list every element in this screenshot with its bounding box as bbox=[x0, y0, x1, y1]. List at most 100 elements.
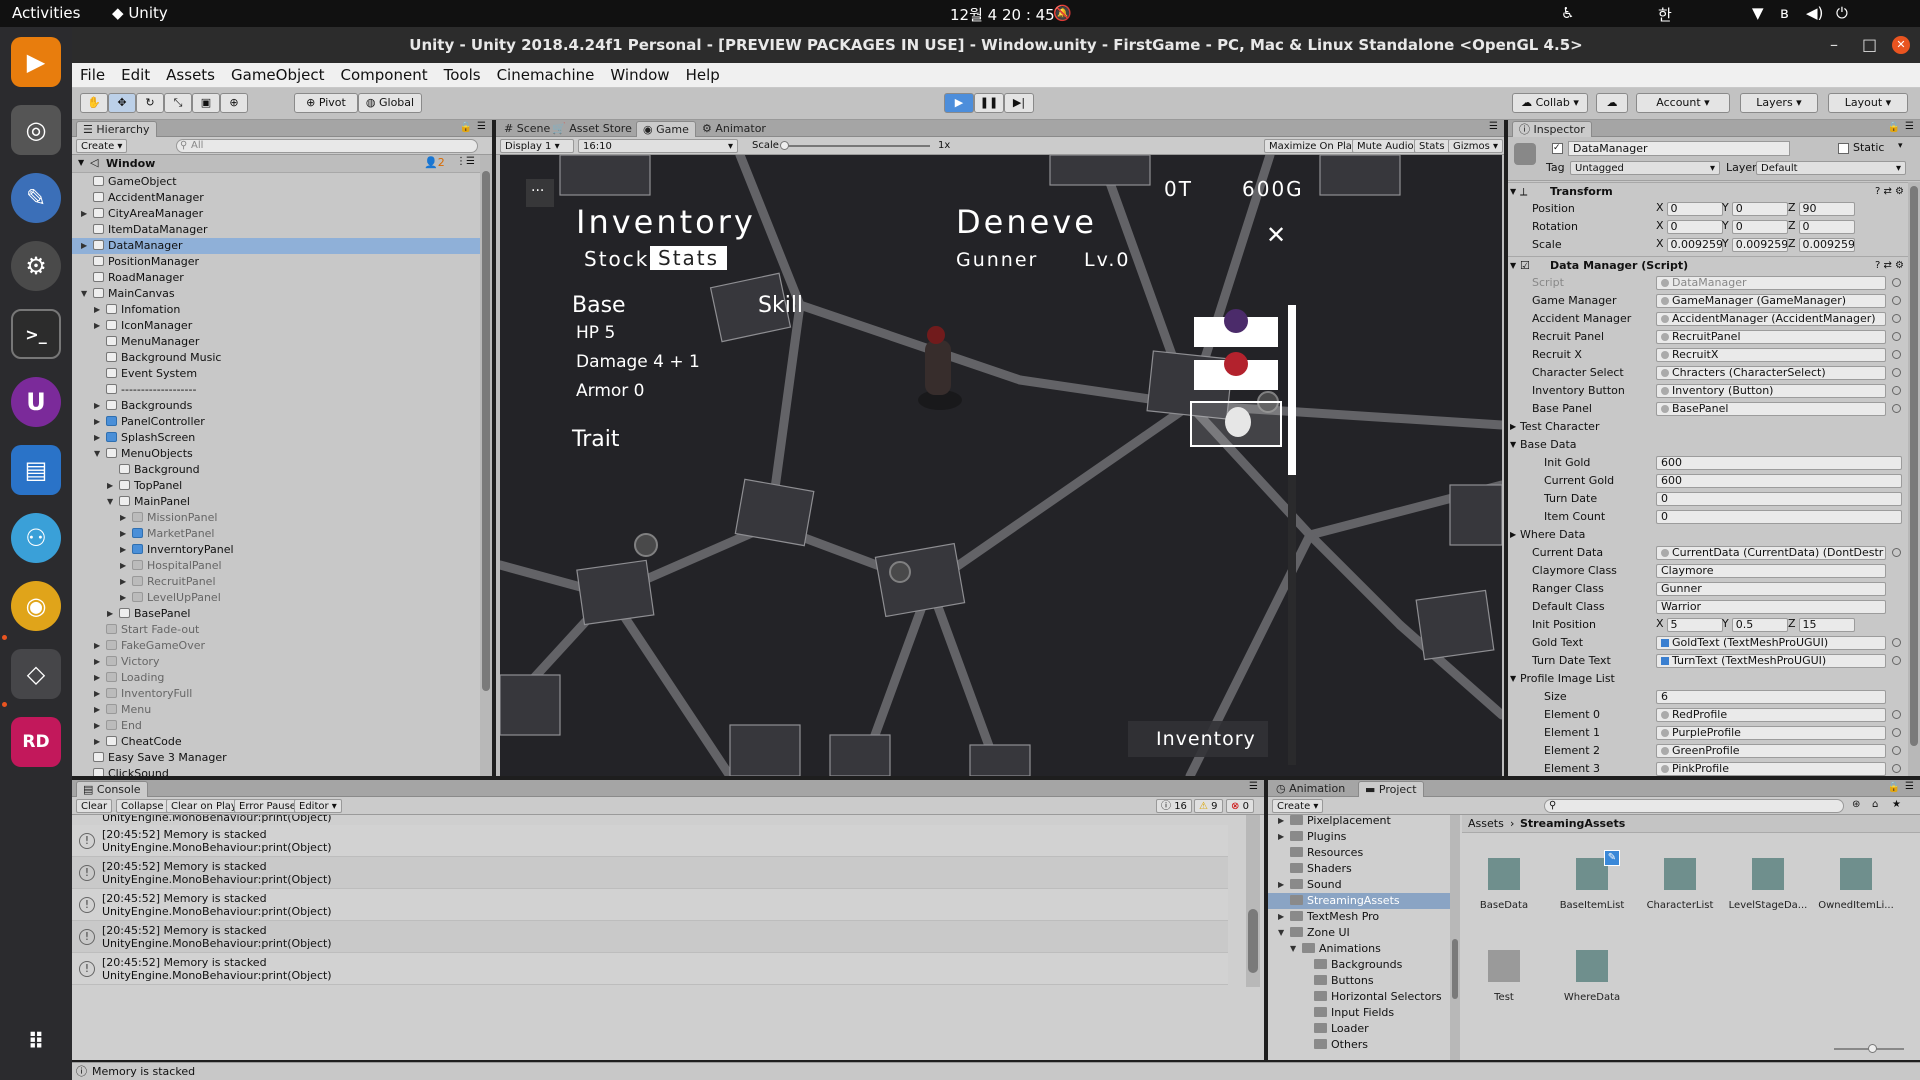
component-settings-icon[interactable]: ? ⇄ ⚙ bbox=[1875, 183, 1904, 201]
pause-button[interactable]: ❚❚ bbox=[974, 93, 1004, 113]
game-viewport[interactable]: ··· 0T 600G Inventory Stock Stats Deneve… bbox=[500, 155, 1502, 776]
test-character-foldout[interactable]: ▶ Test Character bbox=[1508, 418, 1908, 436]
asset-item[interactable]: OwnedItemLi... bbox=[1816, 858, 1896, 911]
tab-animator[interactable]: ⚙ Animator bbox=[696, 121, 772, 137]
hierarchy-item[interactable]: ▶ InventoryFull bbox=[94, 686, 192, 702]
vector-x-field[interactable]: 0 bbox=[1666, 202, 1723, 216]
aspect-dropdown[interactable]: 16:10 ▾ bbox=[578, 139, 738, 153]
tab-project[interactable]: ▬ Project bbox=[1358, 781, 1424, 797]
scene-menu-icon[interactable]: ⋮☰ bbox=[456, 156, 475, 167]
script-component-header[interactable]: ▼ ☑ Data Manager (Script) ? ⇄ ⚙ bbox=[1508, 256, 1908, 274]
tab-stats[interactable]: Stats bbox=[650, 246, 728, 270]
cloud-services-icon[interactable]: ☁ bbox=[1596, 93, 1628, 113]
expand-right-icon[interactable]: ▶ bbox=[120, 526, 126, 542]
expand-right-icon[interactable]: ▶ bbox=[81, 238, 87, 254]
object-picker-icon[interactable] bbox=[1892, 548, 1901, 557]
icon-size-slider[interactable] bbox=[1834, 1044, 1904, 1053]
files-icon[interactable]: ▤ bbox=[11, 445, 61, 495]
vector-x-field[interactable]: 0.0092590 bbox=[1666, 238, 1723, 252]
hierarchy-item[interactable]: Easy Save 3 Manager bbox=[93, 750, 227, 766]
asset-item[interactable]: BaseItemList ✎ bbox=[1552, 850, 1632, 911]
expand-right-icon[interactable]: ▶ bbox=[81, 206, 87, 222]
expand-right-icon[interactable]: ▶ bbox=[94, 734, 100, 750]
lock-icon[interactable]: 🔒 bbox=[460, 122, 472, 133]
console-scrollbar[interactable] bbox=[1246, 815, 1260, 987]
object-picker-icon[interactable] bbox=[1892, 314, 1901, 323]
tab-animation[interactable]: ◷ Animation bbox=[1270, 781, 1351, 797]
panel-menu-icon[interactable]: ☰ bbox=[1489, 121, 1498, 132]
tab-console[interactable]: ▤ Console bbox=[76, 781, 148, 797]
foldout-open-icon[interactable]: ▼ bbox=[1510, 436, 1516, 454]
tab-stock[interactable]: Stock bbox=[584, 247, 649, 271]
foldout-open-icon[interactable]: ▼ bbox=[1510, 670, 1516, 688]
vector-y-field[interactable]: 0 bbox=[1731, 202, 1788, 216]
field-value[interactable]: PurpleProfile bbox=[1656, 726, 1886, 740]
object-picker-icon[interactable] bbox=[1892, 278, 1901, 287]
portrait-scrollbar[interactable] bbox=[1288, 305, 1296, 765]
rect-tool-icon[interactable]: ▣ bbox=[192, 93, 220, 113]
object-picker-icon[interactable] bbox=[1892, 368, 1901, 377]
tag-dropdown[interactable]: Untagged ▾ bbox=[1570, 161, 1720, 175]
expand-right-icon[interactable]: ▶ bbox=[120, 510, 126, 526]
transform-tool-icon[interactable]: ⊕ bbox=[220, 93, 248, 113]
where-data-foldout[interactable]: ▶ Where Data bbox=[1508, 526, 1908, 544]
object-picker-icon[interactable] bbox=[1892, 296, 1901, 305]
field-value[interactable]: 6 bbox=[1656, 690, 1886, 704]
profile-image-list-foldout[interactable]: ▼ Profile Image List bbox=[1508, 670, 1908, 688]
expand-right-icon[interactable]: ▶ bbox=[94, 654, 100, 670]
field-value[interactable]: AccidentManager (AccidentManager) bbox=[1656, 312, 1886, 326]
hierarchy-item[interactable]: ▼ MainCanvas bbox=[81, 286, 175, 302]
stats-toggle[interactable]: Stats bbox=[1414, 139, 1450, 153]
asset-item[interactable]: WhereData bbox=[1552, 950, 1632, 1003]
object-picker-icon[interactable] bbox=[1892, 728, 1901, 737]
hierarchy-item[interactable]: Start Fade-out bbox=[106, 622, 199, 638]
expand-down-icon[interactable]: ▼ bbox=[1290, 941, 1296, 957]
play-button[interactable]: ▶ bbox=[944, 93, 974, 113]
expand-down-icon[interactable]: ▼ bbox=[107, 494, 113, 510]
expand-right-icon[interactable]: ▶ bbox=[94, 718, 100, 734]
hierarchy-item[interactable]: ▶ InverntoryPanel bbox=[120, 542, 234, 558]
project-folder-item[interactable]: Resources bbox=[1290, 845, 1363, 861]
field-value[interactable]: 0 bbox=[1656, 510, 1902, 524]
asset-item[interactable]: LevelStageDa... bbox=[1728, 858, 1808, 911]
character-portrait-selected[interactable] bbox=[1190, 401, 1282, 447]
screenshot-icon[interactable]: ◎ bbox=[11, 105, 61, 155]
hierarchy-item[interactable]: ▶ End bbox=[94, 718, 142, 734]
maximize-on-play-toggle[interactable]: Maximize On Play bbox=[1264, 139, 1363, 153]
scale-tool-icon[interactable]: ⤡ bbox=[164, 93, 192, 113]
hierarchy-item[interactable]: ▶ Victory bbox=[94, 654, 159, 670]
breadcrumb-assets[interactable]: Assets bbox=[1468, 815, 1504, 833]
menu-dots-button[interactable]: ··· bbox=[526, 179, 554, 207]
pivot-toggle[interactable]: ⊕ Pivot bbox=[294, 93, 358, 113]
vector-y-field[interactable]: 0.5 bbox=[1731, 618, 1788, 632]
terminal-icon[interactable]: >_ bbox=[11, 309, 61, 359]
expand-right-icon[interactable]: ▶ bbox=[120, 542, 126, 558]
panel-menu-icon[interactable]: ☰ bbox=[1905, 781, 1914, 792]
expand-right-icon[interactable]: ▶ bbox=[107, 606, 113, 622]
tab-hierarchy[interactable]: ☰ Hierarchy bbox=[76, 121, 157, 137]
hierarchy-item[interactable]: MenuManager bbox=[106, 334, 199, 350]
project-folder-item[interactable]: ▼ Animations bbox=[1290, 941, 1381, 957]
object-picker-icon[interactable] bbox=[1892, 764, 1901, 773]
project-folder-item[interactable]: ▶ Plugins bbox=[1278, 829, 1346, 845]
expand-down-icon[interactable]: ▼ bbox=[81, 286, 87, 302]
active-checkbox[interactable]: ✓ bbox=[1552, 143, 1563, 154]
character-portrait-1[interactable] bbox=[1194, 309, 1278, 347]
hierarchy-item[interactable]: ▶ IconManager bbox=[94, 318, 192, 334]
field-value[interactable]: DataManager bbox=[1656, 276, 1886, 290]
chrome-icon[interactable]: ◉ bbox=[11, 581, 61, 631]
hierarchy-item[interactable]: ▶ SplashScreen bbox=[94, 430, 195, 446]
project-folder-item[interactable]: Loader bbox=[1314, 1021, 1369, 1037]
field-value[interactable]: RecruitX bbox=[1656, 348, 1886, 362]
field-value[interactable]: GoldText (TextMeshProUGUI) bbox=[1656, 636, 1886, 650]
hierarchy-scrollbar[interactable] bbox=[480, 155, 492, 776]
hierarchy-item[interactable]: ▶ MissionPanel bbox=[120, 510, 217, 526]
console-log-entry[interactable]: ! [20:45:52] Memory is stacked UnityEngine… bbox=[72, 921, 1228, 953]
project-folder-item[interactable]: Backgrounds bbox=[1314, 957, 1402, 973]
vector-z-field[interactable]: 0 bbox=[1798, 220, 1855, 234]
hierarchy-item[interactable]: Background bbox=[119, 462, 200, 478]
foldout-open-icon[interactable]: ▼ bbox=[1510, 257, 1516, 275]
project-folder-item[interactable]: ▶ Pixelplacement bbox=[1278, 815, 1391, 829]
hierarchy-item[interactable]: ▼ MenuObjects bbox=[94, 446, 193, 462]
hierarchy-item[interactable]: ItemDataManager bbox=[93, 222, 208, 238]
